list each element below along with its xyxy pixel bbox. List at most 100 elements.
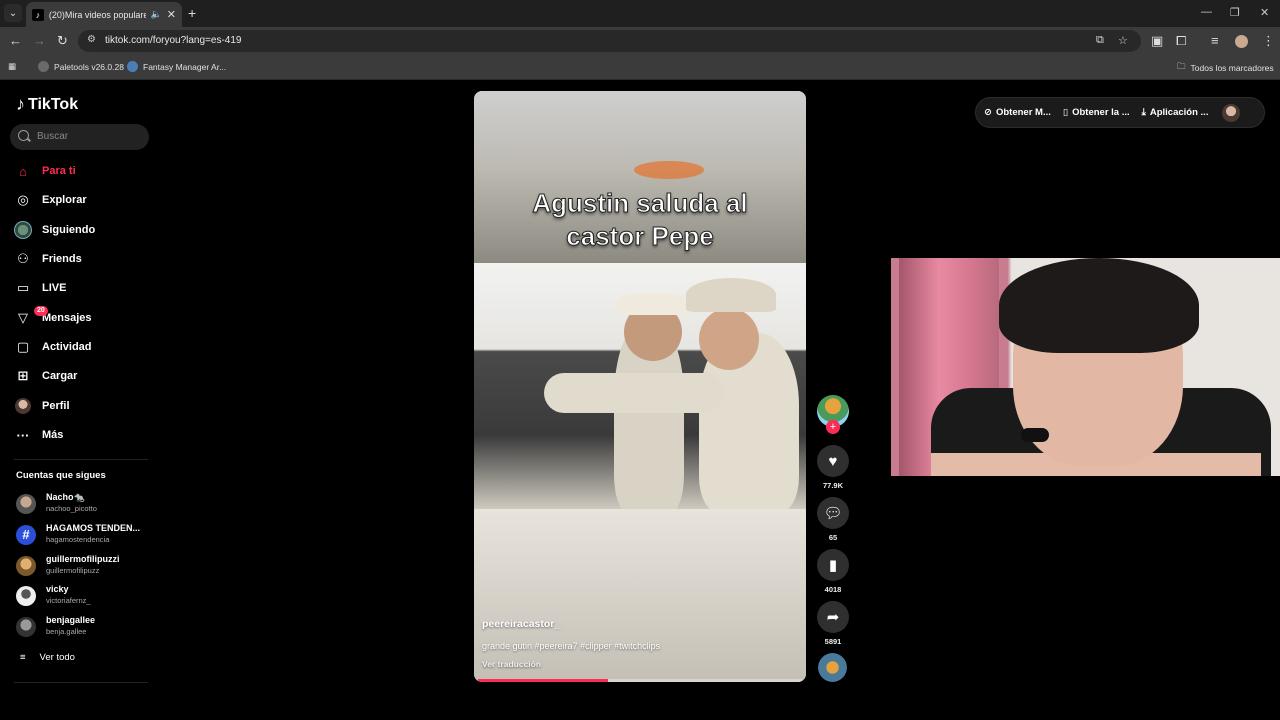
save-button[interactable]: ▮ — [817, 549, 849, 581]
following-item[interactable]: benjagallee benja.gallee — [16, 614, 150, 640]
following-avatar-icon — [14, 221, 32, 239]
live-icon: ▭ — [16, 280, 30, 295]
follow-plus-icon[interactable]: + — [826, 420, 840, 434]
reload-icon[interactable]: ↻ — [57, 33, 68, 49]
video-progress-fill — [478, 679, 608, 682]
save-count: 4018 — [824, 585, 842, 594]
following-handle: guillermofilipuzz — [46, 566, 100, 575]
get-app-label: Obtener la ... — [1072, 107, 1130, 118]
comment-count: 65 — [828, 533, 838, 542]
compass-icon: ◎ — [17, 192, 29, 207]
install-app-icon[interactable]: ⧉ — [1096, 34, 1104, 47]
following-item[interactable]: Nacho🐀 nachoo_picotto — [16, 491, 150, 517]
bookmark-fantasy-manager[interactable]: Fantasy Manager Ar... — [127, 61, 226, 72]
music-disc-icon[interactable] — [818, 653, 847, 682]
all-bookmarks-button[interactable]: 🗀 Todos los marcadores — [1177, 61, 1274, 75]
nav-perfil[interactable]: Perfil — [14, 395, 70, 417]
home-icon: ⌂ — [19, 163, 27, 179]
share-count: 5891 — [824, 637, 842, 646]
following-item[interactable]: vicky victoriafernz_ — [16, 583, 150, 609]
avatar — [16, 556, 36, 576]
video-username[interactable]: peereiracastor_ — [482, 618, 560, 630]
like-count: 77.9K — [822, 481, 843, 490]
friends-icon: ⚇ — [17, 251, 29, 266]
share-button[interactable]: ➦ — [817, 601, 849, 633]
following-item[interactable]: # HAGAMOS TENDEN... hagamostendencia — [16, 522, 150, 548]
nav-label: LIVE — [42, 282, 67, 294]
media-control-icon[interactable]: ≡ — [1211, 33, 1219, 48]
nav-label: Siguiendo — [42, 224, 96, 236]
following-name: benjagallee — [46, 615, 96, 625]
nav-label: Actividad — [42, 341, 92, 353]
nav-explorar[interactable]: ◎ Explorar — [14, 189, 86, 211]
see-all-button[interactable]: ≡ Ver todo — [20, 652, 75, 663]
speaker-icon[interactable]: 🔈 — [151, 9, 162, 20]
nav-label: Perfil — [42, 400, 70, 412]
nav-label: Para ti — [42, 165, 76, 177]
avatar — [16, 586, 36, 606]
back-icon[interactable]: ← — [9, 33, 22, 48]
search-icon — [18, 130, 29, 141]
see-all-label: Ver todo — [39, 652, 75, 663]
video-cap — [616, 293, 688, 315]
following-handle: hagamostendencia — [46, 535, 110, 544]
following-handle: benja.gallee — [46, 627, 87, 636]
browser-tab[interactable]: ♪ (20)Mira videos populares 🔈 ✕ — [26, 2, 182, 27]
nav-label: Cargar — [42, 370, 78, 382]
site-info-icon[interactable]: ⚙ — [87, 34, 96, 45]
nav-siguiendo[interactable]: Siguiendo — [14, 219, 95, 241]
nav-live[interactable]: ▭ LIVE — [14, 277, 67, 299]
video-player[interactable]: Agustin saluda al castor Pepe peereiraca… — [474, 91, 806, 682]
desktop-app-button[interactable]: ⤓ Aplicación ... — [1142, 107, 1209, 118]
bookmark-star-icon[interactable]: ☆ — [1118, 34, 1128, 47]
following-name: guillermofilipuzzi — [46, 554, 120, 564]
video-bottom-frame — [474, 509, 806, 682]
bookmark-paletools[interactable]: Paletools v26.0.28 — [38, 61, 124, 72]
webcam-overlay — [891, 258, 1280, 476]
tiktok-note-icon: ♪ — [16, 94, 25, 114]
logo-text: TikTok — [28, 95, 79, 113]
user-avatar[interactable] — [1222, 103, 1241, 122]
get-app-button[interactable]: ▯ Obtener la ... — [1063, 107, 1130, 118]
avatar — [16, 617, 36, 637]
more-icon: ··· — [16, 427, 30, 443]
see-translation-link[interactable]: Ver traducción — [482, 659, 541, 669]
minimize-icon[interactable]: — — [1201, 6, 1212, 18]
nav-mas[interactable]: ··· Más — [14, 424, 64, 446]
search-input[interactable]: Buscar — [10, 124, 149, 150]
tiktok-logo[interactable]: ♪ TikTok — [16, 94, 78, 115]
following-item[interactable]: guillermofilipuzzi guillermofilipuzz — [16, 553, 150, 579]
get-coins-button[interactable]: ⊘ Obtener M... — [984, 107, 1051, 118]
forward-icon[interactable]: → — [33, 33, 46, 48]
video-progress-bar[interactable] — [478, 679, 802, 682]
nav-mensajes[interactable]: ▽ 20 Mensajes — [14, 306, 92, 329]
download-icon: ⤓ — [1141, 107, 1146, 118]
divider — [14, 459, 148, 460]
video-top-frame: Agustin saluda al castor Pepe — [474, 91, 806, 263]
nav-friends[interactable]: ⚇ Friends — [14, 248, 82, 270]
following-heading: Cuentas que sigues — [16, 470, 106, 481]
extension-icon[interactable]: ▣ — [1151, 33, 1163, 49]
video-description: grande gutin #peereira7 #clipper #twitch… — [482, 641, 661, 651]
tab-search-button[interactable]: ⌄ — [4, 4, 22, 22]
nav-actividad[interactable]: ▢ Actividad — [14, 336, 92, 358]
address-bar[interactable]: ⚙ tiktok.com/foryou?lang=es-419 ⧉ ☆ — [78, 30, 1141, 52]
like-button[interactable]: ♥ — [817, 445, 849, 477]
close-tab-icon[interactable]: ✕ — [167, 8, 176, 21]
apps-grid-icon[interactable]: ▦ — [8, 61, 16, 72]
browser-profile-avatar[interactable] — [1235, 35, 1248, 48]
nav-cargar[interactable]: ⊞ Cargar — [14, 365, 78, 387]
restore-icon[interactable]: ❐ — [1230, 6, 1240, 19]
header-actions: ⊘ Obtener M... ▯ Obtener la ... ⤓ Aplicació… — [975, 97, 1265, 128]
nav-para-ti[interactable]: ⌂ Para ti — [14, 160, 76, 182]
new-tab-button[interactable]: + — [188, 5, 196, 21]
following-handle: victoriafernz_ — [46, 596, 91, 605]
window-close-icon[interactable]: ✕ — [1260, 6, 1269, 19]
video-caption-overlay: Agustin saluda al castor Pepe — [532, 188, 748, 252]
avatar — [16, 494, 36, 514]
nav-label: Friends — [42, 253, 82, 265]
messages-icon: ▽ 20 — [14, 306, 48, 327]
comment-button[interactable]: 💬︎ — [817, 497, 849, 529]
extensions-puzzle-icon[interactable]: ⧠ — [1176, 33, 1186, 49]
browser-menu-icon[interactable]: ⋮ — [1262, 33, 1275, 49]
